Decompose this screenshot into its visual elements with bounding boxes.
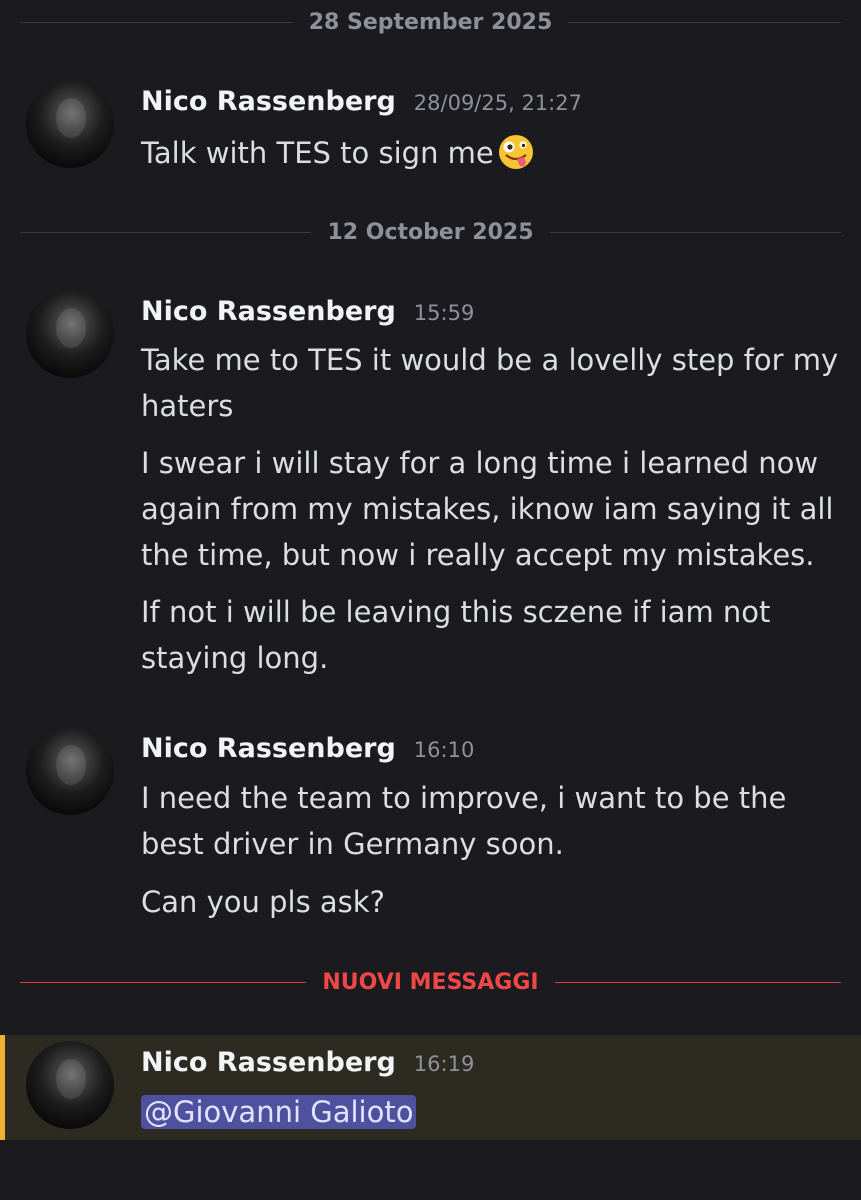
message-text: I need the team to improve, i want to be… — [141, 781, 787, 861]
message[interactable]: Nico Rassenberg 16:19 @Giovanni Galioto — [0, 1041, 861, 1141]
divider-line — [20, 981, 307, 983]
message-timestamp: 16:19 — [413, 1052, 475, 1076]
message-text: If not i will be leaving this sczene if … — [141, 595, 771, 675]
date-divider: 28 September 2025 — [20, 7, 841, 37]
date-divider-label: 12 October 2025 — [327, 219, 534, 245]
message[interactable]: Nico Rassenberg 15:59 Take me to TES it … — [0, 290, 861, 690]
message-text: Talk with TES to sign me — [141, 130, 839, 176]
date-divider: 12 October 2025 — [20, 217, 841, 247]
divider-line — [20, 231, 312, 233]
message-text: Can you pls ask? — [141, 885, 385, 919]
author-name[interactable]: Nico Rassenberg — [141, 86, 396, 117]
message-header: Nico Rassenberg 16:10 — [141, 733, 474, 764]
author-name[interactable]: Nico Rassenberg — [141, 733, 396, 764]
message-header: Nico Rassenberg 28/09/25, 21:27 — [141, 86, 582, 117]
new-messages-divider: NUOVI MESSAGGI — [20, 967, 841, 997]
message-timestamp: 28/09/25, 21:27 — [413, 91, 582, 115]
message-text: @Giovanni Galioto — [141, 1089, 839, 1135]
avatar[interactable] — [26, 80, 114, 168]
divider-line — [554, 981, 841, 983]
message-header: Nico Rassenberg 16:19 — [141, 1047, 474, 1078]
message[interactable]: Nico Rassenberg 16:10 I need the team to… — [0, 727, 861, 927]
zany-face-emoji-icon — [498, 135, 533, 169]
user-mention[interactable]: @Giovanni Galioto — [141, 1095, 417, 1129]
new-messages-label: NUOVI MESSAGGI — [322, 969, 539, 995]
divider-line — [568, 21, 841, 23]
message-timestamp: 16:10 — [413, 738, 475, 762]
message-timestamp: 15:59 — [413, 301, 475, 325]
avatar[interactable] — [26, 1041, 114, 1129]
message-text-line: Talk with TES to sign me — [141, 136, 494, 170]
message[interactable]: Nico Rassenberg 28/09/25, 21:27 Talk wit… — [0, 80, 861, 180]
avatar[interactable] — [26, 727, 114, 815]
divider-line — [549, 231, 841, 233]
author-name[interactable]: Nico Rassenberg — [141, 296, 396, 327]
message-text: I swear i will stay for a long time i le… — [141, 446, 834, 572]
avatar[interactable] — [26, 290, 114, 378]
message-text: Take me to TES it would be a lovelly ste… — [141, 343, 839, 423]
divider-line — [20, 21, 293, 23]
author-name[interactable]: Nico Rassenberg — [141, 1047, 396, 1078]
message-header: Nico Rassenberg 15:59 — [141, 296, 474, 327]
date-divider-label: 28 September 2025 — [308, 9, 553, 35]
